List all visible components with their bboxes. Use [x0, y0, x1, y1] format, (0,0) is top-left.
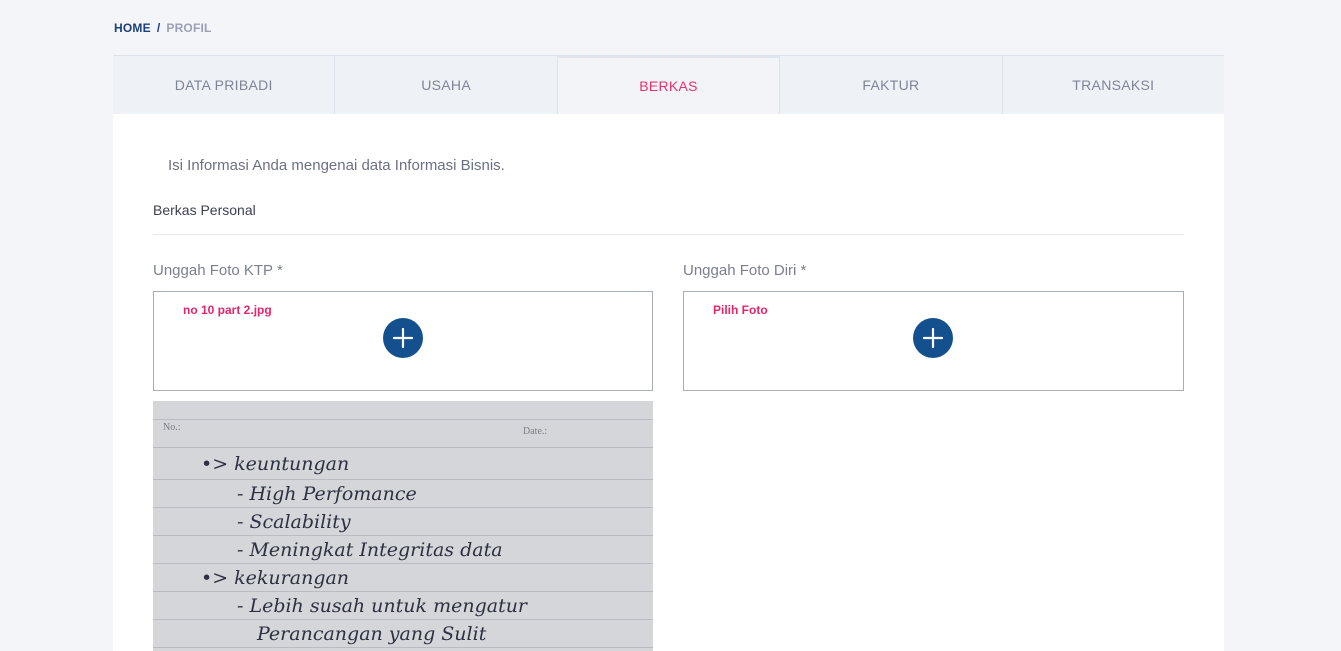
paper-line	[153, 591, 653, 592]
intro-text: Isi Informasi Anda mengenai data Informa…	[168, 157, 505, 174]
breadcrumb-separator: /	[156, 21, 161, 35]
tab-usaha[interactable]: USAHA	[335, 56, 558, 114]
note-line: •> kekurangan	[201, 567, 350, 589]
note-line: •> keuntungan	[201, 453, 350, 475]
profile-tabs: DATA PRIBADI USAHA BERKAS FAKTUR TRANSAK…	[113, 55, 1225, 114]
tab-data-pribadi[interactable]: DATA PRIBADI	[113, 56, 336, 114]
breadcrumb: HOME / PROFIL	[114, 21, 212, 35]
ktp-upload-label: Unggah Foto KTP *	[153, 262, 283, 279]
paper-line	[153, 535, 653, 536]
section-divider	[153, 234, 1184, 235]
breadcrumb-home-link[interactable]: HOME	[114, 21, 151, 35]
ktp-filename: no 10 part 2.jpg	[183, 303, 272, 317]
note-line: Perancangan yang Sulit	[257, 623, 487, 645]
plus-circle-icon	[922, 327, 944, 349]
note-line: - High Perfomance	[237, 483, 417, 505]
tab-transaksi[interactable]: TRANSAKSI	[1002, 56, 1225, 114]
paper-line	[153, 479, 653, 480]
note-no-label: No.:	[163, 422, 181, 433]
paper-line	[153, 507, 653, 508]
selfie-choose-photo: Pilih Foto	[713, 303, 768, 317]
paper-line	[153, 563, 653, 564]
ktp-upload-box[interactable]: no 10 part 2.jpg	[153, 291, 653, 391]
paper-line	[153, 619, 653, 620]
tab-berkas[interactable]: BERKAS	[557, 56, 781, 114]
note-date-label: Date.:	[523, 426, 548, 437]
selfie-add-button[interactable]	[913, 318, 953, 358]
plus-circle-icon	[392, 327, 414, 349]
note-line: - Lebih susah untuk mengatur	[237, 595, 528, 617]
note-line: - Scalability	[237, 511, 351, 533]
paper-line	[153, 447, 653, 448]
breadcrumb-current: PROFIL	[166, 21, 212, 35]
ktp-add-button[interactable]	[383, 318, 423, 358]
selfie-upload-box[interactable]: Pilih Foto	[683, 291, 1184, 391]
ktp-image-preview: No.: Date.: •> keuntungan - High Perfoma…	[153, 401, 653, 651]
note-line: - Meningkat Integritas data	[237, 539, 503, 561]
tab-faktur[interactable]: FAKTUR	[780, 56, 1003, 114]
berkas-card: Isi Informasi Anda mengenai data Informa…	[113, 114, 1224, 651]
paper-line	[153, 419, 653, 420]
selfie-upload-label: Unggah Foto Diri *	[683, 262, 807, 279]
section-title: Berkas Personal	[153, 202, 256, 218]
paper-line	[153, 647, 653, 648]
